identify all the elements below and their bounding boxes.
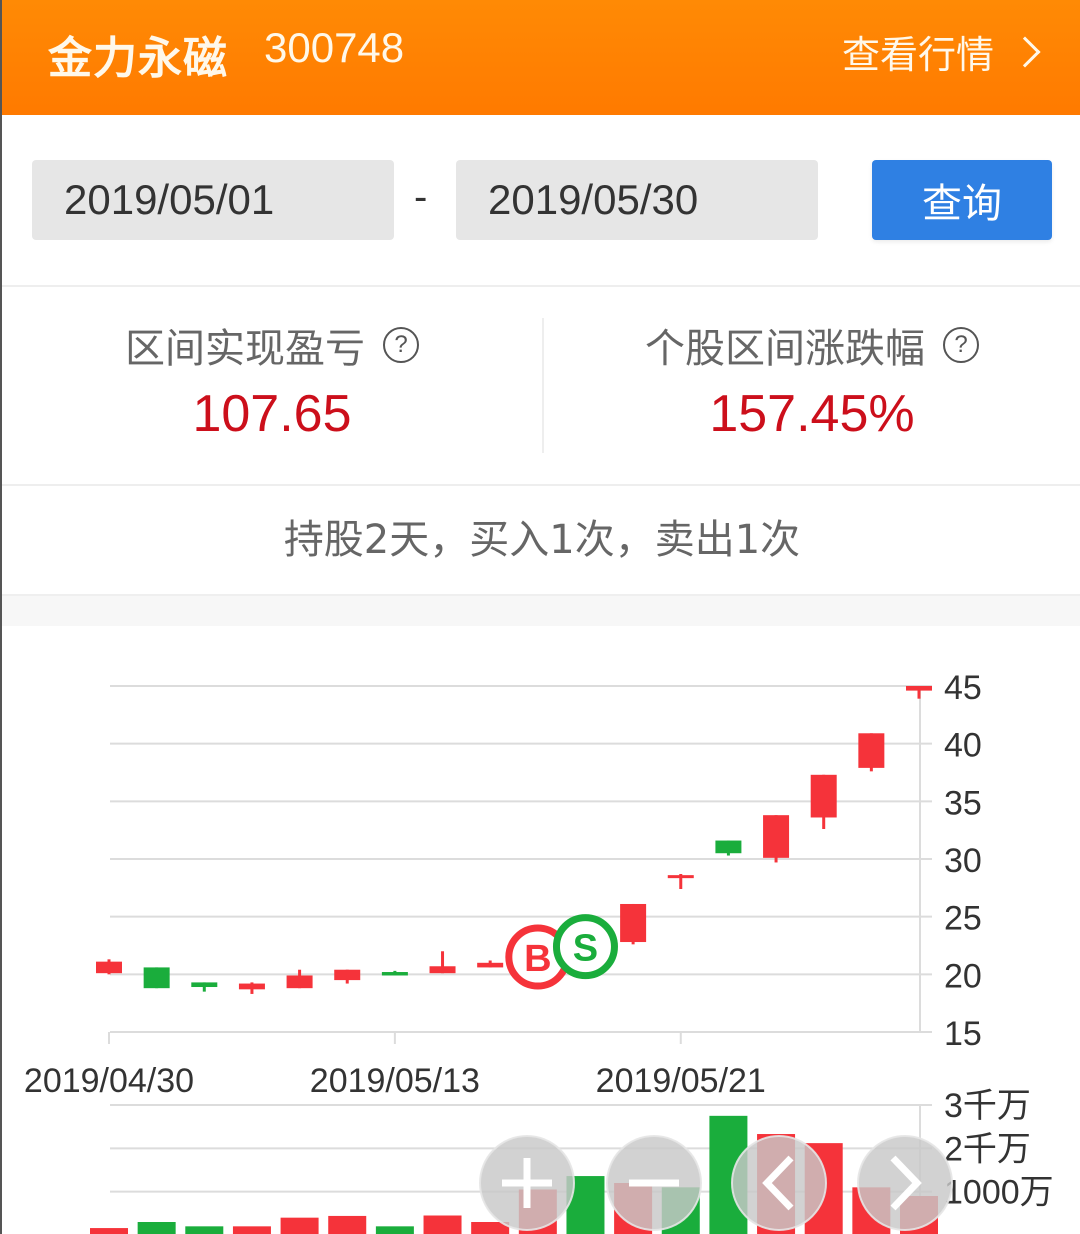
scroll-left-button[interactable] [731, 1135, 827, 1231]
candle-body [429, 966, 456, 974]
sell-marker[interactable]: S [552, 914, 618, 980]
candle[interactable] [763, 815, 790, 863]
volume-bar [90, 1228, 128, 1234]
realized-pnl-stat: 区间实现盈亏 ? 107.65 [2, 288, 542, 486]
realized-pnl-label: 区间实现盈亏 [125, 326, 365, 372]
volume-bar [232, 1226, 271, 1234]
realized-pnl-value: 107.65 [192, 385, 352, 443]
candle-body [858, 733, 885, 768]
holding-summary: 持股2天，买入1次，卖出1次 [283, 517, 801, 563]
candle-body [620, 903, 647, 943]
stock-change-label: 个股区间涨跌幅 [645, 326, 925, 372]
candle-body [667, 875, 694, 879]
zoom-in-button[interactable] [479, 1135, 575, 1231]
price-tick-label: 35 [944, 784, 982, 822]
marker-label: S [573, 928, 598, 970]
help-icon[interactable]: ? [383, 327, 419, 363]
volume-bar [328, 1215, 367, 1234]
candle[interactable] [620, 903, 647, 945]
app-header: 金力永磁 300748 查看行情 [2, 0, 1080, 115]
candle[interactable] [381, 970, 408, 976]
candle[interactable] [238, 982, 265, 994]
price-tick-label: 15 [944, 1015, 982, 1053]
date-query-bar: - 查询 [2, 115, 1080, 287]
price-tick-label: 45 [944, 669, 982, 707]
candle[interactable] [477, 960, 504, 968]
candle-body [96, 961, 122, 974]
stock-code: 300748 [264, 24, 405, 71]
query-button[interactable]: 查询 [872, 160, 1052, 240]
candle-body [286, 975, 313, 989]
volume-bar [280, 1217, 319, 1234]
candle-body [238, 983, 265, 990]
volume-bar [375, 1226, 414, 1234]
marker-label: B [524, 938, 551, 980]
candle[interactable] [715, 840, 742, 856]
candle[interactable] [667, 873, 694, 889]
date-separator: - [414, 175, 428, 219]
realized-pnl-label-row: 区间实现盈亏 ? [2, 316, 542, 374]
stock-change-stat: 个股区间涨跌幅 ? 157.45% [542, 288, 1080, 486]
stock-change-value: 157.45% [709, 385, 915, 443]
volume-tick-label: 1000万 [944, 1174, 1054, 1212]
view-quote-link[interactable]: 查看行情 [842, 24, 1044, 79]
volume-bar [423, 1215, 462, 1234]
price-tick-label: 40 [944, 727, 982, 765]
price-tick-label: 30 [944, 842, 982, 880]
volume-tick-label: 2千万 [944, 1130, 1031, 1168]
candle[interactable] [334, 969, 361, 984]
candle-body [191, 982, 218, 988]
control-circle [857, 1135, 953, 1231]
chevron-right-icon [1009, 35, 1041, 68]
volume-bar [185, 1226, 224, 1234]
end-date-input[interactable] [456, 160, 818, 240]
help-icon[interactable]: ? [943, 327, 979, 363]
view-quote-label: 查看行情 [841, 33, 994, 77]
candle[interactable] [810, 774, 837, 830]
candle-body [381, 972, 408, 976]
price-tick-label: 25 [944, 900, 982, 938]
candle[interactable] [286, 969, 313, 989]
volume-tick-label: 3千万 [944, 1087, 1031, 1125]
candle-body [143, 967, 170, 989]
zoom-out-button[interactable] [606, 1135, 702, 1231]
candle-body [906, 686, 932, 691]
candle[interactable] [96, 959, 122, 975]
kline-chart[interactable]: BS 45 40 35 30 25 20 15 2019/04/30 2019/05/13 201… [2, 626, 1080, 1234]
control-circle [731, 1135, 827, 1231]
volume-bar [137, 1222, 176, 1234]
candle-body [763, 815, 790, 858]
candle-body [810, 774, 837, 818]
candle[interactable] [191, 982, 218, 992]
candle-body [477, 962, 504, 968]
scroll-right-button[interactable] [857, 1135, 953, 1231]
candle[interactable] [906, 686, 932, 699]
kline-chart-svg: BS 45 40 35 30 25 20 15 2019/04/30 2019/05/13 201… [24, 669, 1054, 1234]
candle[interactable] [143, 967, 170, 989]
stock-name: 金力永磁 [48, 33, 228, 84]
x-tick-label: 2019/04/30 [24, 1062, 194, 1100]
candle-body [334, 969, 361, 981]
price-tick-label: 20 [944, 957, 982, 995]
candle[interactable] [858, 733, 885, 772]
x-tick-label: 2019/05/21 [596, 1062, 766, 1100]
stock-change-label-row: 个股区间涨跌幅 ? [542, 316, 1080, 374]
candle[interactable] [429, 951, 456, 974]
start-date-input[interactable] [32, 160, 394, 240]
stats-panel: 区间实现盈亏 ? 107.65 个股区间涨跌幅 ? 157.45% [2, 288, 1080, 486]
candle-body [715, 840, 742, 854]
section-gap [2, 594, 1080, 626]
x-tick-label: 2019/05/13 [310, 1062, 480, 1100]
